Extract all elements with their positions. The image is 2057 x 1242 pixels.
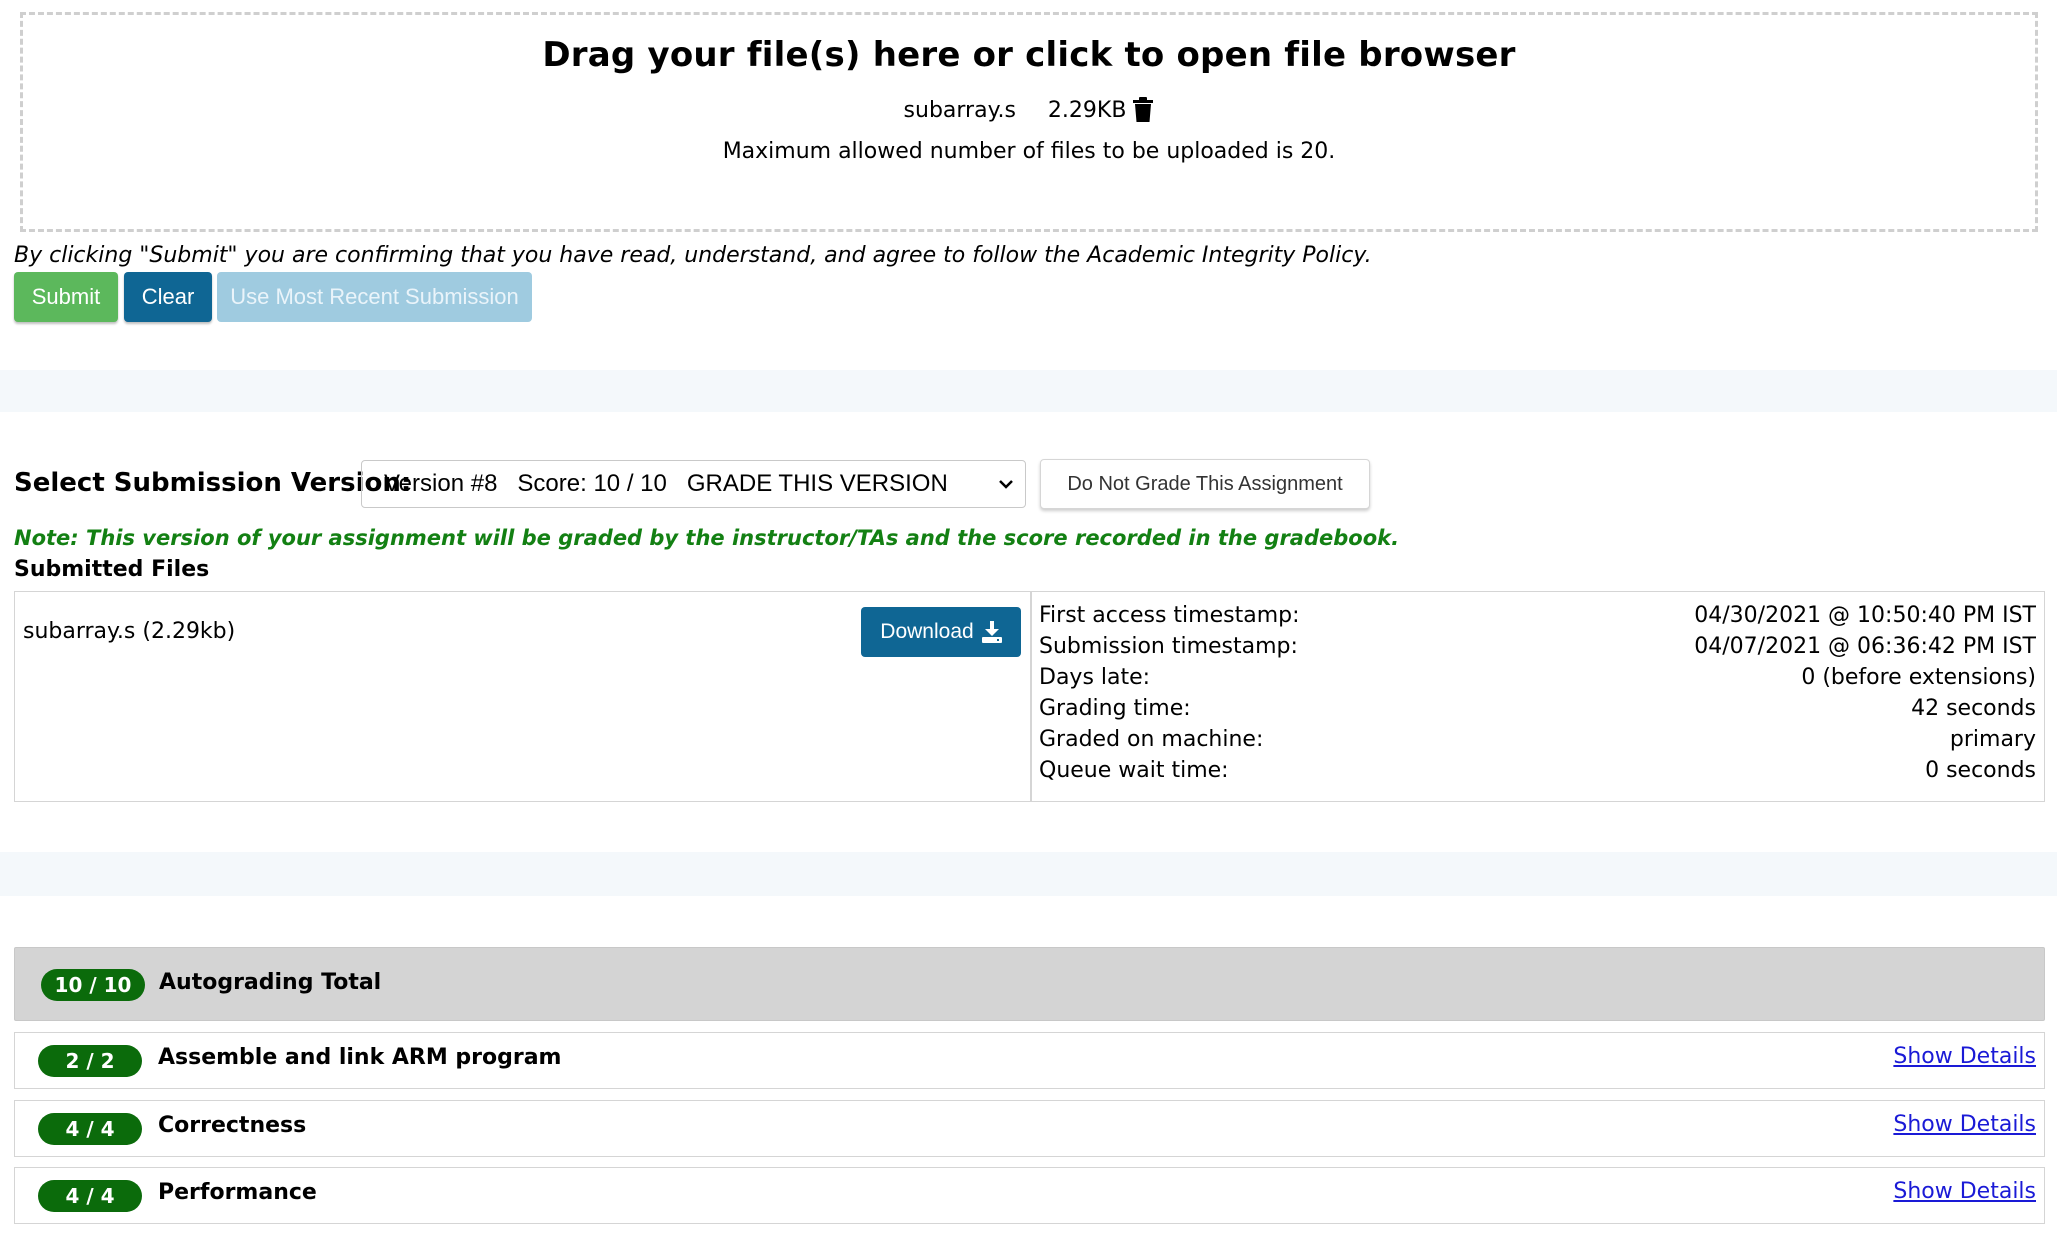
queued-file-size: 2.29KB bbox=[1047, 97, 1127, 123]
info-row-days-late: Days late: 0 (before extensions) bbox=[1039, 662, 2036, 693]
testcase-row: 4 / 4 Correctness Show Details bbox=[14, 1100, 2045, 1157]
show-details-link[interactable]: Show Details bbox=[1893, 1179, 2036, 1204]
clear-button[interactable]: Clear bbox=[124, 272, 212, 322]
trash-icon[interactable] bbox=[1132, 97, 1154, 123]
max-files-text: Maximum allowed number of files to be up… bbox=[722, 139, 1336, 164]
section-divider bbox=[0, 370, 2057, 412]
submitted-files-panel: subarray.s (2.29kb) Download bbox=[14, 591, 1031, 802]
testcase-row: 2 / 2 Assemble and link ARM program Show… bbox=[14, 1032, 2045, 1089]
version-select[interactable]: Version #8 Score: 10 / 10 GRADE THIS VER… bbox=[361, 460, 1026, 508]
submitted-files-label: Submitted Files bbox=[14, 557, 210, 582]
info-label: Days late: bbox=[1039, 665, 1151, 690]
do-not-grade-button[interactable]: Do Not Grade This Assignment bbox=[1040, 459, 1370, 509]
testcase-label: Correctness bbox=[158, 1113, 307, 1138]
dropzone-title: Drag your file(s) here or click to open … bbox=[542, 35, 1516, 75]
info-value: 0 seconds bbox=[1925, 758, 2036, 783]
show-details-link[interactable]: Show Details bbox=[1893, 1044, 2036, 1069]
submitted-file-name: subarray.s (2.29kb) bbox=[23, 619, 236, 644]
score-badge: 4 / 4 bbox=[38, 1113, 142, 1145]
info-value: 42 seconds bbox=[1911, 696, 2036, 721]
submission-page: Drag your file(s) here or click to open … bbox=[0, 0, 2057, 1242]
testcase-label: Performance bbox=[158, 1180, 317, 1205]
info-row-submission-time: Submission timestamp: 04/07/2021 @ 06:36… bbox=[1039, 631, 2036, 662]
score-badge: 4 / 4 bbox=[38, 1180, 142, 1212]
file-dropzone[interactable]: Drag your file(s) here or click to open … bbox=[20, 12, 2038, 232]
testcase-row: 4 / 4 Performance Show Details bbox=[14, 1167, 2045, 1224]
info-value: 04/30/2021 @ 10:50:40 PM IST bbox=[1694, 603, 2036, 628]
info-label: Graded on machine: bbox=[1039, 727, 1264, 752]
download-button-label: Download bbox=[880, 620, 974, 643]
info-label: First access timestamp: bbox=[1039, 603, 1300, 628]
version-select-value: Version #8 Score: 10 / 10 GRADE THIS VER… bbox=[384, 470, 948, 497]
grading-note: Note: This version of your assignment wi… bbox=[14, 526, 1400, 550]
info-row-grading-time: Grading time: 42 seconds bbox=[1039, 693, 2036, 724]
info-row-first-access: First access timestamp: 04/30/2021 @ 10:… bbox=[1039, 600, 2036, 631]
section-divider bbox=[0, 852, 2057, 896]
autograding-total-row: 10 / 10 Autograding Total bbox=[14, 947, 2045, 1021]
info-row-machine: Graded on machine: primary bbox=[1039, 724, 2036, 755]
chevron-down-icon bbox=[997, 473, 1015, 495]
score-badge: 10 / 10 bbox=[41, 969, 145, 1001]
info-value: 0 (before extensions) bbox=[1801, 665, 2036, 690]
info-row-queue-wait: Queue wait time: 0 seconds bbox=[1039, 755, 2036, 786]
autograding-total-label: Autograding Total bbox=[159, 970, 382, 995]
queued-file: subarray.s 2.29KB bbox=[23, 97, 2035, 123]
use-recent-submission-button[interactable]: Use Most Recent Submission bbox=[217, 272, 532, 322]
submit-button[interactable]: Submit bbox=[14, 272, 118, 322]
testcase-label: Assemble and link ARM program bbox=[158, 1045, 562, 1070]
info-label: Queue wait time: bbox=[1039, 758, 1229, 783]
queued-file-name: subarray.s bbox=[903, 97, 1016, 123]
show-details-link[interactable]: Show Details bbox=[1893, 1112, 2036, 1137]
info-value: 04/07/2021 @ 06:36:42 PM IST bbox=[1694, 634, 2036, 659]
info-label: Grading time: bbox=[1039, 696, 1191, 721]
info-label: Submission timestamp: bbox=[1039, 634, 1298, 659]
download-icon bbox=[981, 621, 1002, 643]
score-badge: 2 / 2 bbox=[38, 1045, 142, 1077]
info-value: primary bbox=[1949, 727, 2036, 752]
download-button[interactable]: Download bbox=[861, 607, 1021, 657]
submission-info-panel: First access timestamp: 04/30/2021 @ 10:… bbox=[1031, 591, 2045, 802]
version-select-label: Select Submission Version: bbox=[14, 468, 412, 498]
integrity-agreement-text: By clicking "Submit" you are confirming … bbox=[14, 243, 1372, 268]
